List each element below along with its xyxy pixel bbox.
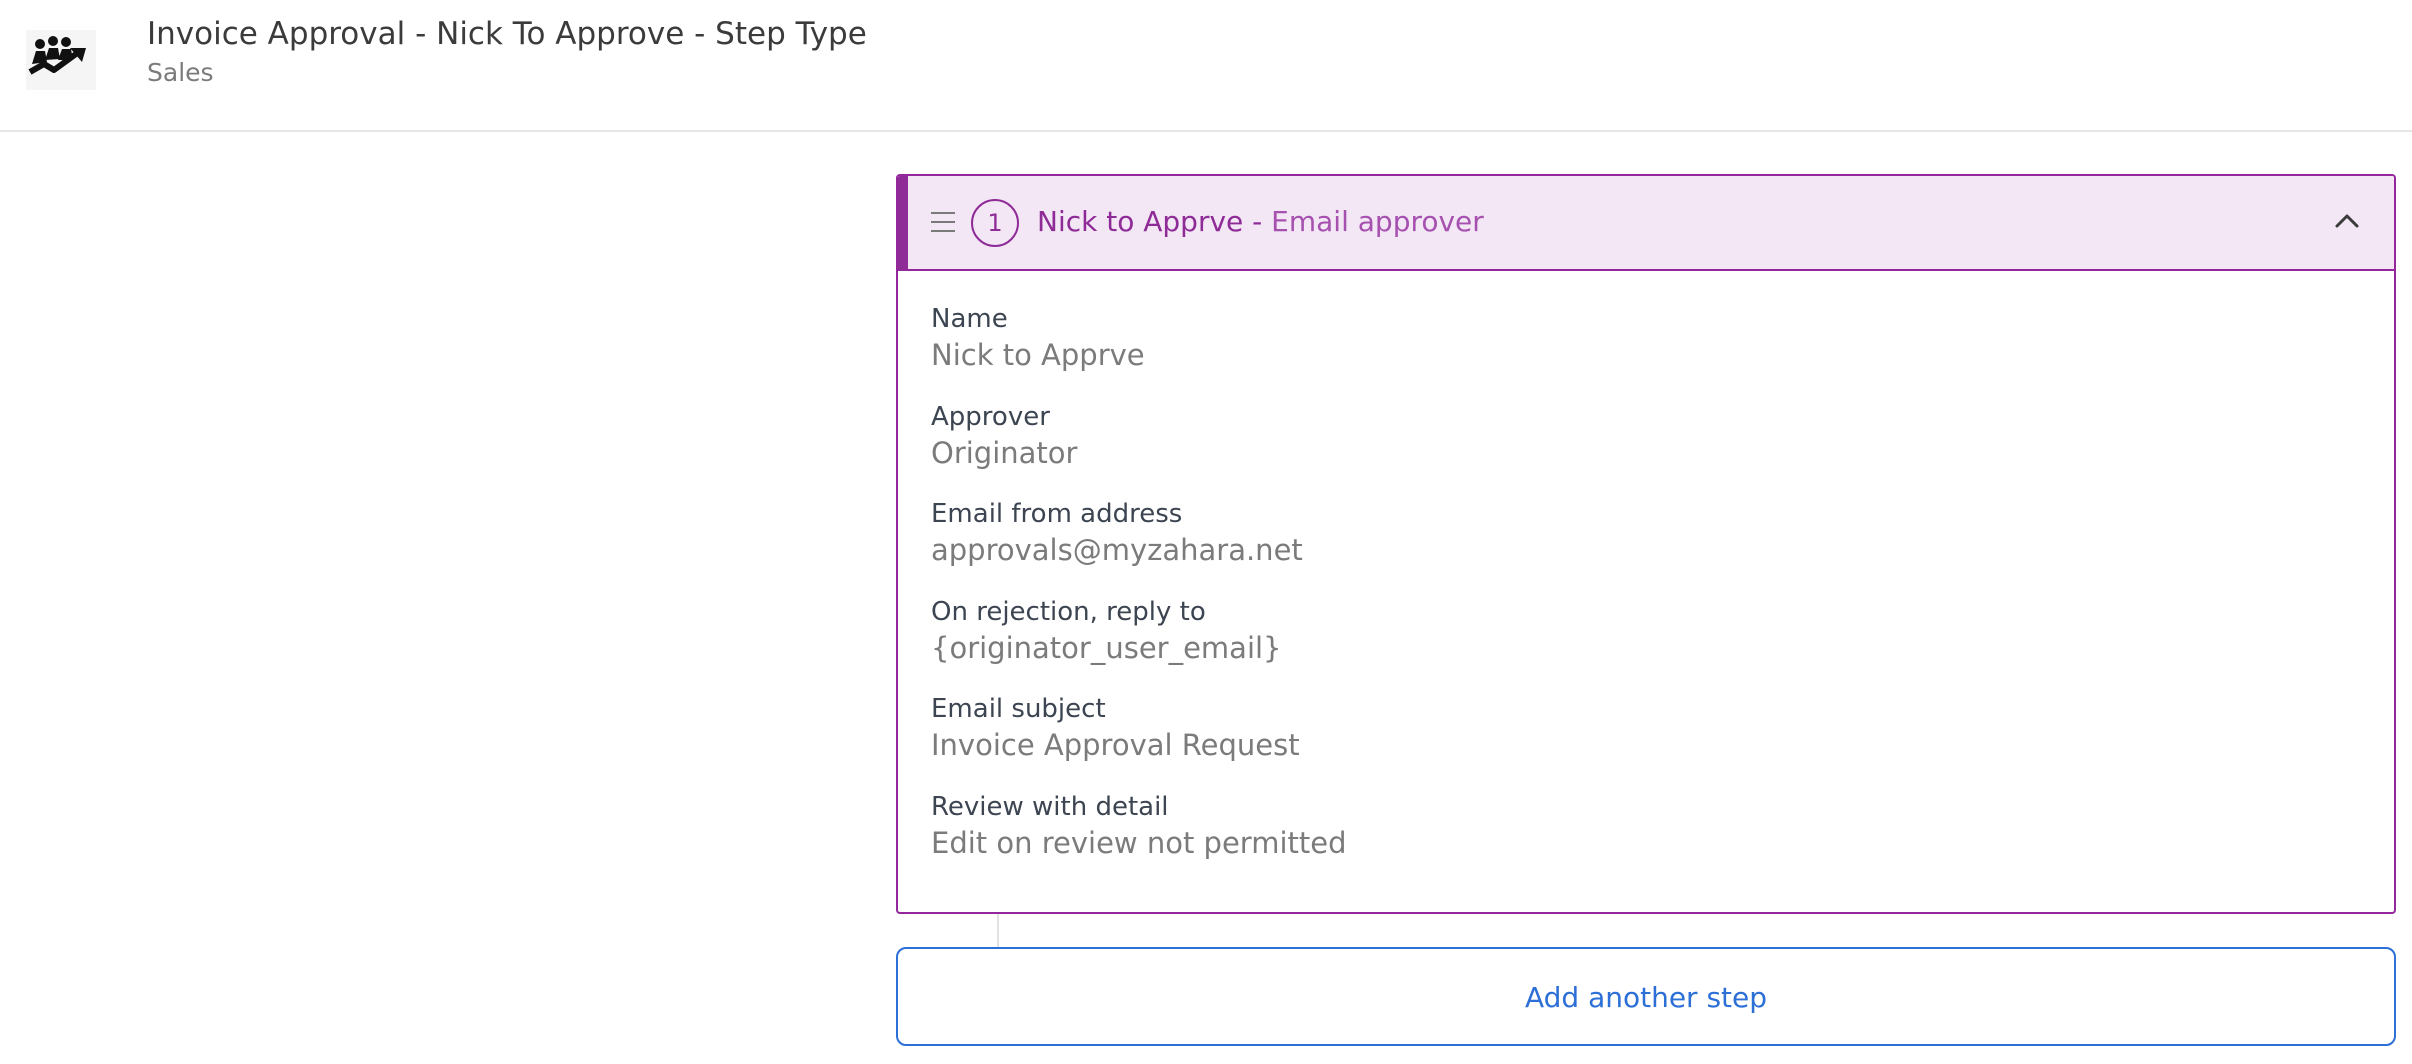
chevron-up-icon[interactable]: [2330, 206, 2364, 236]
step-card: 1 Nick to Apprve - Email approver Name N…: [896, 174, 2396, 914]
field-review-with-detail: Review with detail Edit on review not pe…: [931, 790, 2331, 888]
step-connector-line: [997, 914, 999, 947]
field-value: {originator_user_email}: [931, 630, 1282, 665]
field-value: Originator: [931, 435, 1078, 470]
field-rejection-reply-to: On rejection, reply to {originator_user_…: [931, 595, 2331, 693]
field-label: Email from address: [931, 499, 1183, 529]
field-value: Nick to Apprve: [931, 338, 1145, 372]
drag-handle-icon[interactable]: [931, 212, 955, 234]
step-type: Email approver: [1271, 205, 1484, 238]
field-label: Name: [931, 304, 1008, 334]
add-another-step-button[interactable]: Add another step: [896, 947, 2396, 1046]
field-email-subject: Email subject Invoice Approval Request: [931, 692, 2331, 790]
page-subtitle: Sales: [147, 58, 214, 87]
field-value: Edit on review not permitted: [931, 825, 1347, 860]
field-value: approvals@myzahara.net: [931, 533, 1303, 567]
field-email-from: Email from address approvals@myzahara.ne…: [931, 497, 2331, 595]
step-card-header[interactable]: 1 Nick to Apprve - Email approver: [898, 176, 2394, 271]
field-label: Approver: [931, 401, 1050, 432]
team-chart-logo-icon: [26, 30, 96, 90]
step-title-separator: -: [1243, 205, 1272, 238]
step-number-badge: 1: [971, 199, 1019, 247]
step-title: Nick to Apprve - Email approver: [1037, 205, 1484, 238]
step-details: Name Nick to Apprve Approver Originator …: [931, 302, 2331, 887]
field-approver: Approver Originator: [931, 400, 2331, 498]
field-label: Review with detail: [931, 791, 1169, 822]
field-label: On rejection, reply to: [931, 596, 1206, 627]
field-value: Invoice Approval Request: [931, 728, 1300, 762]
step-name: Nick to Apprve: [1037, 205, 1244, 238]
app-header: Invoice Approval - Nick To Approve - Ste…: [0, 0, 2412, 132]
page-title: Invoice Approval - Nick To Approve - Ste…: [147, 16, 867, 52]
field-name: Name Nick to Apprve: [931, 302, 2331, 400]
field-label: Email subject: [931, 694, 1106, 724]
